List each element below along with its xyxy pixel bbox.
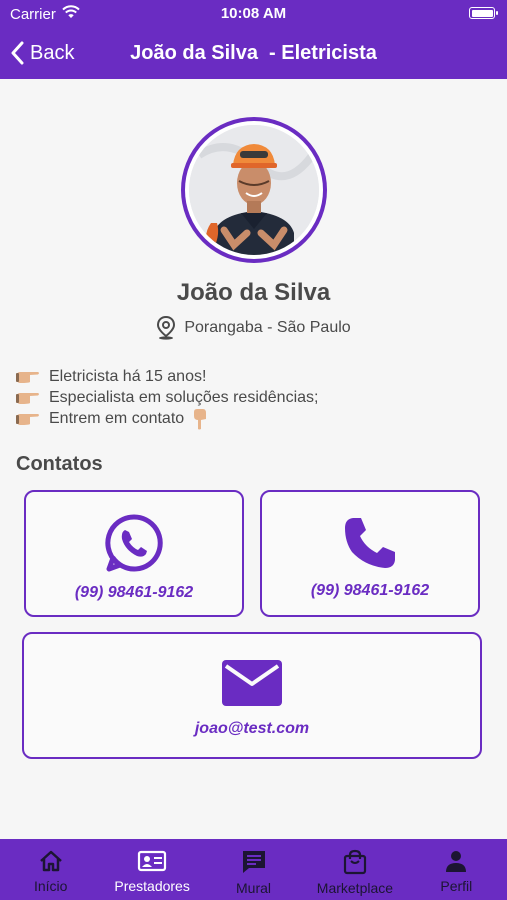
phone-icon <box>345 518 395 568</box>
email-contact-card[interactable]: joao@test.com <box>22 632 482 759</box>
tab-label: Mural <box>236 880 272 896</box>
tab-perfil[interactable]: Perfil <box>406 839 507 900</box>
status-time: 10:08 AM <box>220 5 287 22</box>
phone-contact-card[interactable]: (99) 98461-9162 <box>260 490 480 617</box>
tab-marketplace[interactable]: Marketplace <box>304 839 405 900</box>
tab-mural[interactable]: Mural <box>203 839 304 900</box>
whatsapp-contact-card[interactable]: (99) 98461-9162 <box>24 490 244 617</box>
whatsapp-number: (99) 98461-9162 <box>74 584 194 601</box>
tab-label: Perfil <box>440 878 473 894</box>
phone-number: (99) 98461-9162 <box>310 582 430 599</box>
whatsapp-icon <box>105 514 163 572</box>
tab-inicio[interactable]: Início <box>0 839 101 900</box>
location-pin-icon <box>157 316 176 340</box>
shopping-bag-icon <box>343 849 367 875</box>
profile-bio: Eletricista há 15 anos! Especialista em … <box>16 366 486 429</box>
header: Carrier 10:08 AM Back João da Silva - El… <box>0 0 507 79</box>
avatar-photo <box>189 125 319 255</box>
bio-text: Eletricista há 15 anos! <box>49 367 207 385</box>
bio-text: Entrem em contato <box>49 409 185 427</box>
page-title: João da Silva - Eletricista <box>130 42 377 64</box>
tab-prestadores[interactable]: Prestadores <box>101 839 202 900</box>
bio-text: Especialista em soluções residências; <box>49 388 319 406</box>
email-address: joao@test.com <box>194 720 310 737</box>
pointing-hand-icon <box>16 413 39 425</box>
person-icon <box>446 851 467 872</box>
tab-bar: Início Prestadores Mural Marketplace Per… <box>0 839 507 900</box>
envelope-icon <box>222 660 282 706</box>
contacts-title: Contatos <box>16 453 103 475</box>
tab-label: Prestadores <box>114 878 190 894</box>
avatar <box>181 117 327 263</box>
profile-location: Porangaba - São Paulo <box>0 316 507 340</box>
pointing-hand-icon <box>16 392 39 404</box>
bio-line: Eletricista há 15 anos! <box>16 366 486 387</box>
battery-icon <box>469 7 498 19</box>
pointing-down-hand-icon <box>194 408 207 429</box>
tab-label: Início <box>33 878 68 894</box>
id-card-icon <box>138 850 167 872</box>
chat-icon <box>242 851 265 873</box>
tab-label: Marketplace <box>316 880 394 896</box>
status-bar: Carrier 10:08 AM <box>0 0 507 28</box>
bio-line: Entrem em contato <box>16 408 486 429</box>
home-icon <box>39 850 62 872</box>
profile-name: João da Silva <box>176 279 331 306</box>
location-text: Porangaba - São Paulo <box>184 319 351 336</box>
pointing-hand-icon <box>16 371 39 383</box>
bio-line: Especialista em soluções residências; <box>16 387 486 408</box>
